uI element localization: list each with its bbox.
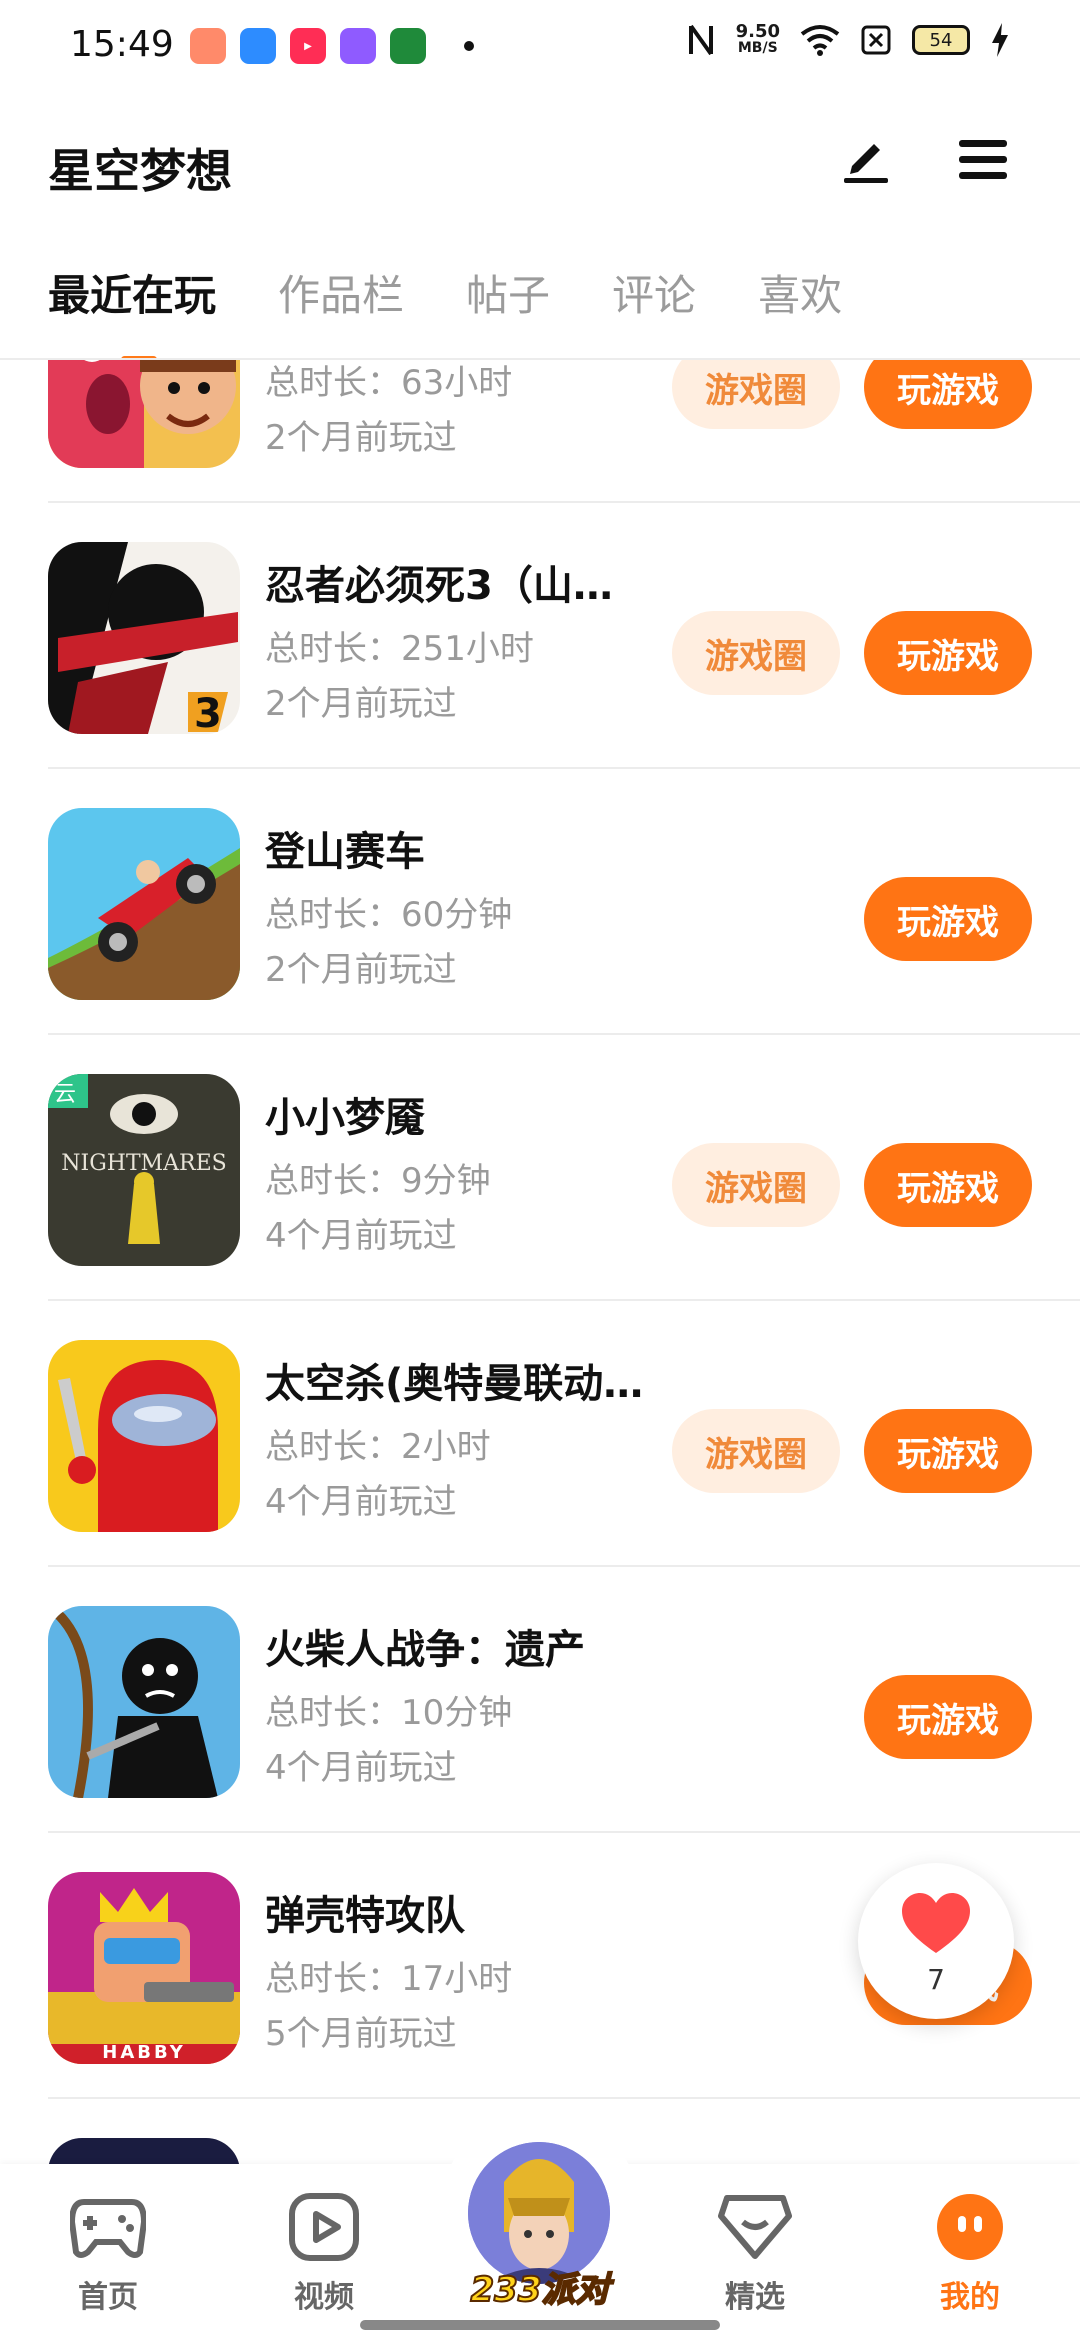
tab-comments[interactable]: 评论	[612, 262, 696, 323]
home-indicator	[360, 2320, 720, 2330]
gamepad-icon	[68, 2199, 148, 2258]
game-name: 火柴人战争：遗产	[265, 1627, 585, 1673]
battery-indicator: 54	[912, 25, 970, 55]
game-last-played: 4个月前玩过	[265, 1216, 457, 1256]
video-icon	[289, 2193, 359, 2261]
nav-featured[interactable]: 精选	[685, 2192, 825, 2316]
game-name: 小小梦魇	[265, 1095, 425, 1141]
nav-video-label: 视频	[294, 2280, 354, 2315]
play-game-button[interactable]: 玩游戏	[864, 1409, 1032, 1493]
net-speed-value: 9.50	[735, 21, 780, 42]
game-icon: HABBY	[48, 1872, 240, 2064]
game-last-played: 2个月前玩过	[265, 950, 457, 990]
network-speed: 9.50 MB/S	[736, 23, 780, 57]
game-circle-button[interactable]: 游戏圈	[672, 1143, 840, 1227]
tab-likes[interactable]: 喜欢	[758, 262, 842, 323]
more-notifications-dot	[464, 41, 474, 51]
nav-mine-label: 我的	[940, 2280, 1000, 2315]
featured-heart-icon	[718, 2195, 792, 2259]
cloud-notification-icon	[240, 28, 276, 64]
net-speed-unit: MB/S	[737, 40, 778, 56]
nav-home[interactable]: 首页	[38, 2192, 178, 2316]
game-list-item[interactable]: 总时长：63小时 2个月前玩过 游戏圈 玩游戏	[0, 360, 1080, 503]
game-play-duration: 总时长：17小时	[265, 1959, 513, 1999]
nav-featured-label: 精选	[725, 2280, 785, 2315]
game-play-duration: 总时长：10分钟	[265, 1693, 513, 1733]
game-last-played: 2个月前玩过	[265, 418, 457, 458]
game-circle-button[interactable]: 游戏圈	[672, 1409, 840, 1493]
like-floating-button[interactable]: 7	[858, 1863, 1014, 2019]
icon-caption: HABBY	[102, 2042, 186, 2063]
paint-notification-icon	[340, 28, 376, 64]
game-play-duration: 总时长：63小时	[265, 363, 513, 403]
edit-button[interactable]	[838, 130, 894, 186]
play-game-button[interactable]: 玩游戏	[864, 611, 1032, 695]
game-last-played: 5个月前玩过	[265, 2014, 457, 2054]
nfc-icon	[688, 24, 713, 56]
game-list-item[interactable]: 火柴人战争：遗产 总时长：10分钟 4个月前玩过 玩游戏	[0, 1567, 1080, 1833]
game-icon	[48, 808, 240, 1000]
no-sim-icon	[861, 25, 891, 55]
menu-button[interactable]	[955, 132, 1011, 188]
video-notification-icon: ▶	[290, 28, 326, 64]
game-play-duration: 总时长：60分钟	[265, 895, 513, 935]
game-play-duration: 总时长：2小时	[265, 1427, 491, 1467]
tab-works[interactable]: 作品栏	[278, 262, 404, 323]
game-icon: NIGHTMARES 云	[48, 1074, 240, 1266]
status-bar: 15:49 ▶ 9.50 MB/S 54	[0, 0, 1080, 95]
game-last-played: 4个月前玩过	[265, 1748, 457, 1788]
game-icon	[48, 1606, 240, 1798]
game-icon	[48, 360, 240, 468]
party-label[interactable]: 233派对	[440, 2262, 640, 2311]
nav-mine[interactable]: 我的	[900, 2192, 1040, 2316]
play-game-button[interactable]: 玩游戏	[864, 1675, 1032, 1759]
game-last-played: 4个月前玩过	[265, 1482, 457, 1522]
game-name: 登山赛车	[265, 829, 425, 875]
game-play-duration: 总时长：251小时	[265, 629, 534, 669]
status-indicators: 9.50 MB/S 54	[686, 22, 1010, 58]
page-title: 星空梦想	[48, 144, 232, 198]
heart-icon	[902, 1893, 970, 1953]
game-notification-icon	[190, 28, 226, 64]
game-icon	[48, 2138, 240, 2164]
game-last-played: 2个月前玩过	[265, 684, 457, 724]
game-circle-button[interactable]: 游戏圈	[672, 360, 840, 429]
play-game-button[interactable]: 玩游戏	[864, 360, 1032, 429]
play-game-button[interactable]: 玩游戏	[864, 1143, 1032, 1227]
charging-icon	[992, 23, 1008, 57]
tab-recently-played[interactable]: 最近在玩	[48, 262, 216, 323]
game-icon: 3	[48, 542, 240, 734]
game-list-item[interactable]: 太空杀(奥特曼联动… 总时长：2小时 4个月前玩过 游戏圈 玩游戏	[0, 1301, 1080, 1567]
game-name: 忍者必须死3（山…	[265, 563, 613, 609]
nav-home-label: 首页	[78, 2280, 138, 2315]
game-list-item[interactable]: 3 忍者必须死3（山… 总时长：251小时 2个月前玩过 游戏圈 玩游戏	[0, 503, 1080, 769]
game-icon	[48, 1340, 240, 1532]
cloud-tag: 云	[54, 1082, 77, 1107]
svg-text:3: 3	[194, 691, 222, 734]
game-circle-button[interactable]: 游戏圈	[672, 611, 840, 695]
profile-face-icon	[937, 2194, 1003, 2260]
like-count: 7	[927, 1963, 945, 1996]
status-notification-icons: ▶	[190, 28, 474, 64]
play-game-button[interactable]: 玩游戏	[864, 877, 1032, 961]
menu-icon	[959, 140, 1007, 179]
edit-icon	[844, 144, 888, 183]
game-list-item[interactable]: NIGHTMARES 云 小小梦魇 总时长：9分钟 4个月前玩过 游戏圈 玩游戏	[0, 1035, 1080, 1301]
game-name: 弹壳特攻队	[265, 1893, 465, 1939]
oppo-notification-icon	[390, 28, 426, 64]
game-name: 太空杀(奥特曼联动…	[265, 1361, 644, 1407]
profile-tabs: 最近在玩 作品栏 帖子 评论 喜欢	[48, 262, 904, 363]
tab-posts[interactable]: 帖子	[466, 262, 550, 323]
game-list-item[interactable]: 登山赛车 总时长：60分钟 2个月前玩过 玩游戏	[0, 769, 1080, 1035]
status-time: 15:49	[70, 24, 174, 65]
game-play-duration: 总时长：9分钟	[265, 1161, 491, 1201]
wifi-icon	[800, 25, 840, 56]
nav-video[interactable]: 视频	[254, 2192, 394, 2316]
